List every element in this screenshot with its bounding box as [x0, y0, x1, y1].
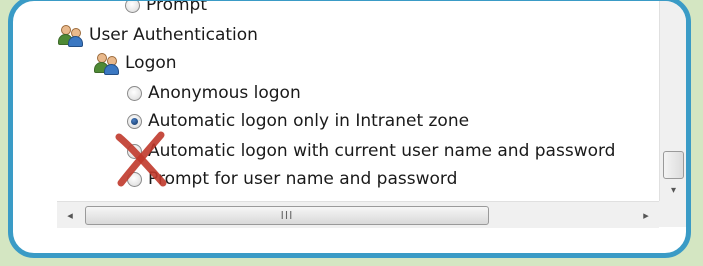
option-label: Prompt for user name and password — [148, 169, 458, 189]
tree-item-label: Prompt — [146, 0, 207, 15]
option-anonymous-logon[interactable]: Anonymous logon — [127, 81, 301, 105]
scroll-down-arrow-icon[interactable]: ▾ — [663, 181, 684, 199]
radio-prompt-partial[interactable] — [125, 1, 140, 13]
option-label: Automatic logon only in Intranet zone — [148, 111, 470, 131]
scrollbar-corner — [659, 201, 686, 227]
vertical-scrollbar-thumb[interactable] — [663, 151, 684, 179]
option-prompt-username-password[interactable]: Prompt for user name and password — [127, 167, 457, 191]
option-label: Anonymous logon — [148, 83, 301, 103]
settings-list-panel: Prompt User Authentication Logon Anonymo… — [8, 0, 691, 258]
scrollbar-grip-icon: III — [280, 209, 294, 222]
option-automatic-logon-current-user[interactable]: Automatic logon with current user name a… — [127, 139, 615, 163]
horizontal-scrollbar-thumb[interactable]: III — [85, 206, 489, 225]
scroll-right-arrow-icon[interactable]: ▸ — [637, 206, 655, 224]
radio-anonymous-logon[interactable] — [127, 85, 142, 101]
horizontal-scrollbar[interactable]: ◂ III ▸ — [57, 201, 659, 228]
tree-group-user-authentication[interactable]: User Authentication — [57, 23, 258, 47]
radio-automatic-logon-intranet[interactable] — [127, 113, 142, 129]
scroll-left-arrow-icon[interactable]: ◂ — [61, 206, 79, 224]
tree-item-prompt-partial[interactable]: Prompt — [125, 0, 207, 17]
subgroup-label: Logon — [125, 53, 177, 73]
option-automatic-logon-intranet[interactable]: Automatic logon only in Intranet zone — [127, 109, 469, 133]
tree-subgroup-logon[interactable]: Logon — [93, 51, 177, 75]
group-label: User Authentication — [89, 25, 258, 45]
option-label: Automatic logon with current user name a… — [148, 141, 616, 161]
vertical-scrollbar[interactable]: ▾ — [659, 1, 686, 201]
red-x-icon — [115, 131, 167, 187]
users-icon — [93, 52, 119, 75]
users-icon — [57, 24, 83, 47]
